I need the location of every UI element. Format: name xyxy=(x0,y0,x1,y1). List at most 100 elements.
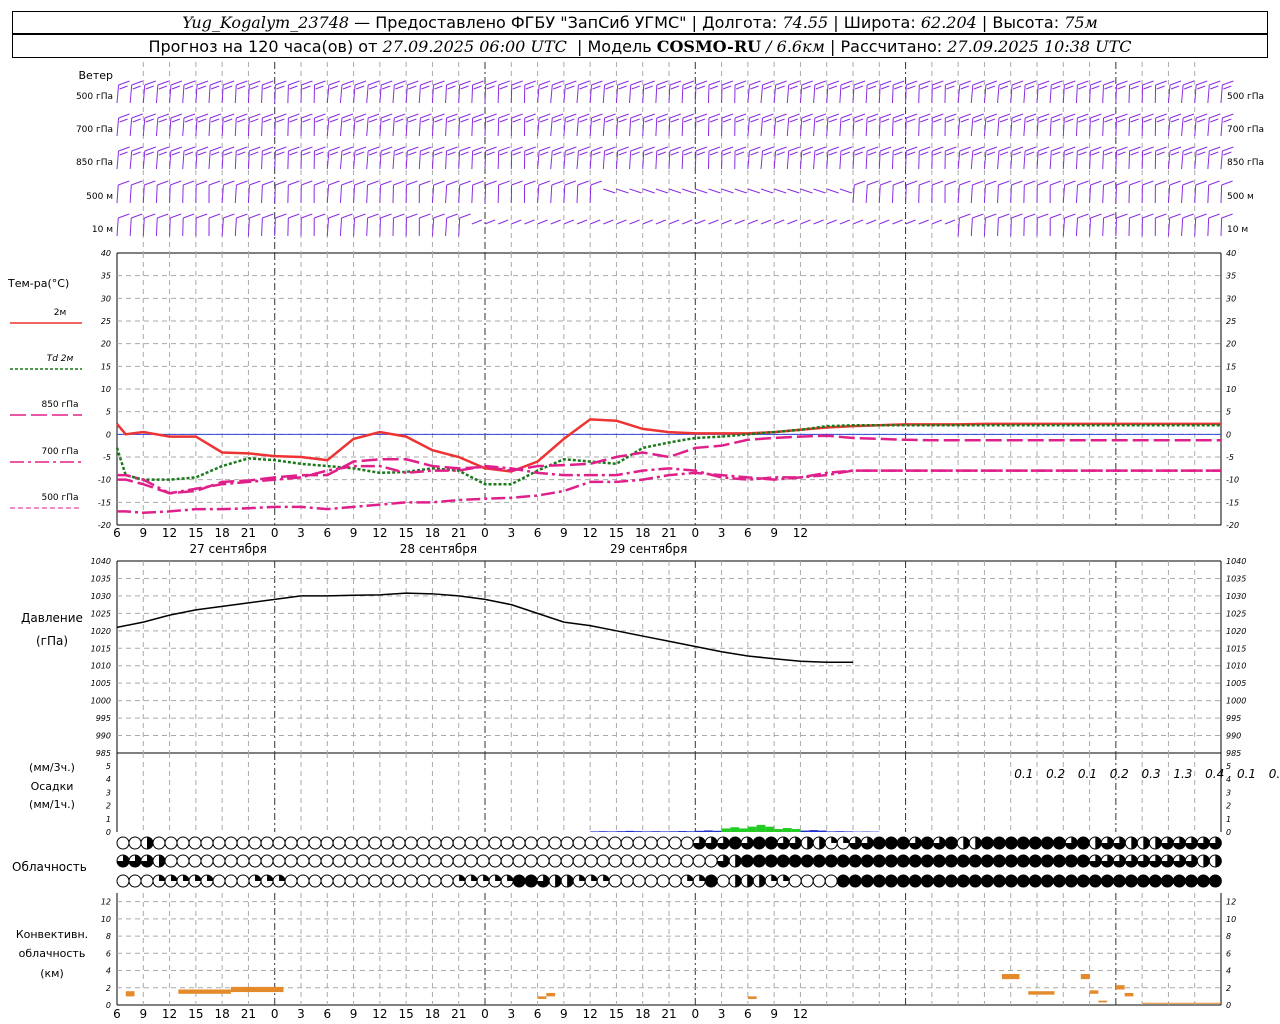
wind-barb-feather xyxy=(1183,85,1193,90)
wind-barb xyxy=(694,84,697,104)
wind-barb xyxy=(786,84,790,104)
cloud-cover-symbol xyxy=(1052,874,1066,888)
wind-barb xyxy=(458,184,461,204)
wind-barb-feather xyxy=(459,213,471,219)
wind-barb-feather xyxy=(775,146,787,152)
wind-barb-feather xyxy=(540,151,549,156)
wind-barb-feather xyxy=(406,213,418,219)
wind-barb-feather xyxy=(1195,180,1207,186)
wind-barb xyxy=(287,117,289,137)
wind-barb-feather xyxy=(932,146,944,152)
wind-barb-feather xyxy=(367,180,379,186)
cloud-cover-symbol xyxy=(848,874,862,888)
wind-barb-feather xyxy=(894,151,903,156)
wind-barb xyxy=(905,84,907,104)
wind-barb xyxy=(957,217,960,237)
conv-tick-right: 8 xyxy=(1226,932,1231,941)
wind-barb xyxy=(1194,184,1197,204)
wind-barb-feather xyxy=(788,113,800,119)
wind-barb-feather xyxy=(1208,180,1220,186)
wind-barb-feather xyxy=(801,113,813,119)
time-tick-label: 12 xyxy=(793,526,808,540)
wind-barb-feather xyxy=(565,80,577,86)
cloud-cover-symbol xyxy=(284,874,298,888)
wind-barb-feather xyxy=(669,113,682,119)
precip-bar xyxy=(695,830,705,832)
cloud-cover-symbol xyxy=(464,836,478,850)
wind-barb-feather xyxy=(643,80,655,86)
cloud-cover-symbol xyxy=(248,836,262,850)
wind-barb xyxy=(339,117,343,137)
wind-barb-feather xyxy=(553,151,562,156)
wind-barb xyxy=(773,219,785,225)
wind-barb-feather xyxy=(223,80,235,86)
pressure-tick-right: 995 xyxy=(1226,714,1241,723)
time-tick-label-bottom: 6 xyxy=(323,1007,331,1021)
wind-barb-feather xyxy=(656,113,668,119)
wind-barb xyxy=(445,217,448,237)
wind-barb xyxy=(234,184,237,204)
wind-barb xyxy=(892,219,903,225)
time-tick-label: 0 xyxy=(271,526,279,540)
wind-barb xyxy=(1010,184,1012,204)
wind-level-label-left: 500 м xyxy=(86,192,113,202)
wind-barb-feather xyxy=(1024,213,1036,219)
wind-barb-feather xyxy=(1223,118,1232,123)
wind-barb-feather xyxy=(511,80,523,86)
wind-barb-feather xyxy=(932,113,944,119)
time-tick-label-bottom: 21 xyxy=(241,1007,256,1021)
wind-barb-feather xyxy=(631,151,640,156)
cloud-cover-symbol xyxy=(296,836,310,850)
time-tick-label-bottom: 6 xyxy=(113,1007,121,1021)
wind-barb-feather xyxy=(171,85,181,90)
wind-barb-feather xyxy=(1011,146,1024,152)
cloud-cover-symbol xyxy=(716,874,730,888)
wind-barb-feather xyxy=(420,80,432,86)
cloud-cover-fill xyxy=(975,837,982,849)
time-tick-label-bottom: 0 xyxy=(271,1007,279,1021)
time-tick-label: 18 xyxy=(635,526,650,540)
wind-barb xyxy=(629,188,642,194)
wind-barb-feather xyxy=(1078,85,1087,90)
wind-barb-feather xyxy=(131,213,143,219)
wind-barb-feather xyxy=(301,180,313,186)
wind-barb-feather xyxy=(815,118,825,123)
precip-bar xyxy=(625,830,634,832)
wind-barb xyxy=(247,184,250,204)
wind-barb xyxy=(905,150,907,170)
wind-barb xyxy=(655,84,658,104)
wind-barb-feather xyxy=(985,113,998,119)
wind-barb-feather xyxy=(237,85,246,90)
wind-barb-feather xyxy=(840,113,853,119)
precip-bar xyxy=(704,830,713,832)
cloud-cover-symbol xyxy=(668,874,682,888)
wind-barb xyxy=(694,150,697,170)
cloud-cover-symbol xyxy=(236,874,250,888)
wind-barb xyxy=(484,219,496,225)
wind-barb xyxy=(1049,117,1052,137)
wind-barb xyxy=(471,219,483,225)
wind-barb-feather xyxy=(1104,151,1113,156)
cloud-cover-symbol xyxy=(488,854,502,868)
day-label: 28 сентября xyxy=(400,542,477,556)
cloud-cover-fill xyxy=(507,875,514,881)
wind-barb xyxy=(1128,84,1131,104)
wind-barb-feather xyxy=(894,118,903,123)
wind-barb-feather xyxy=(880,151,890,156)
temp-tick-left: 10 xyxy=(101,385,111,394)
time-tick-label-bottom: 15 xyxy=(188,1007,203,1021)
wind-barb xyxy=(274,150,276,170)
wind-barb-feather xyxy=(329,151,339,156)
wind-barb xyxy=(997,150,1000,170)
cloud-cover-symbol xyxy=(920,854,934,868)
wind-barb-feather xyxy=(591,80,603,86)
pressure-tick-left: 1020 xyxy=(91,627,111,636)
wind-barb-feather xyxy=(367,80,380,86)
wind-barb-feather xyxy=(683,151,693,156)
wind-barb-feather xyxy=(224,85,233,90)
time-tick-label-bottom: 21 xyxy=(451,1007,466,1021)
wind-barb-feather xyxy=(854,85,864,90)
cloud-cover-symbol xyxy=(440,874,454,888)
cloud-cover-symbol xyxy=(932,854,946,868)
wind-barb-feather xyxy=(485,146,497,152)
